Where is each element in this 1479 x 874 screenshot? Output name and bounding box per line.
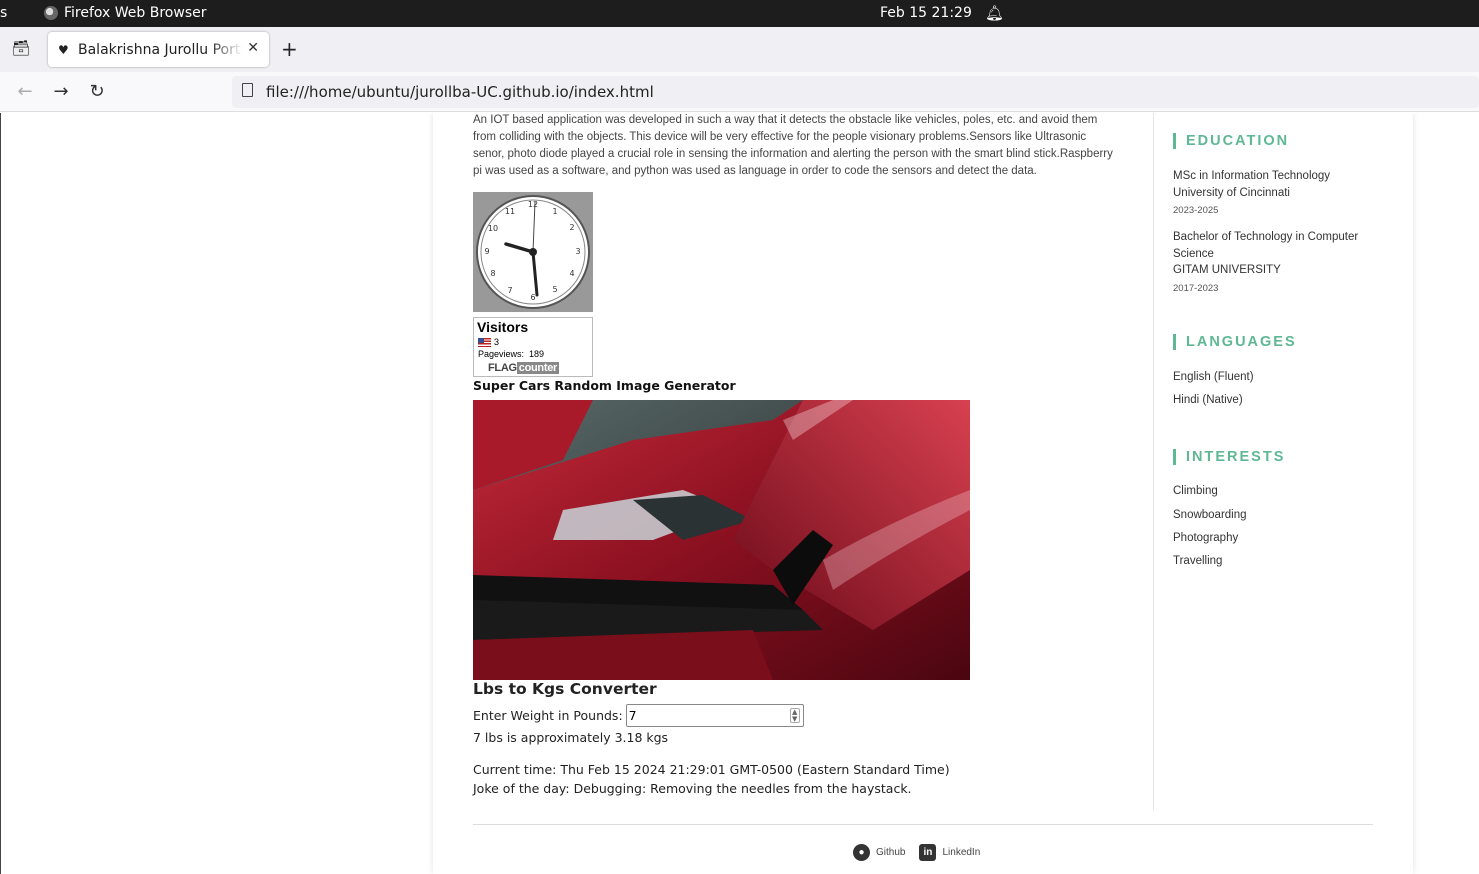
education-years: 2023-2025: [1173, 205, 1219, 216]
heart-favicon-icon: ♥: [58, 42, 69, 57]
clock-num: 4: [569, 269, 574, 278]
forward-arrow-icon[interactable]: →: [50, 81, 72, 102]
interests-heading: INTERESTS: [1173, 449, 1285, 465]
pageviews-label: Pageviews:: [478, 349, 525, 359]
logo-counter-text: counter: [516, 362, 559, 374]
navigation-bar: ← → ↻ file:///home/ubuntu/jurollba-UC.gi…: [0, 72, 1479, 112]
clock-num: 8: [490, 269, 495, 278]
tab-strip: 🗃︎ ♥ Balakrishna Jurollu Portfolio ✕ +: [0, 27, 1479, 72]
education-degree-cont: Science: [1173, 248, 1214, 260]
page-icon: [242, 83, 253, 97]
system-clock[interactable]: Feb 15 21:29: [880, 5, 972, 21]
window-left-edge: [0, 113, 1, 874]
browser-tab[interactable]: ♥ Balakrishna Jurollu Portfolio ✕: [48, 32, 269, 67]
car-illustration: [473, 400, 970, 680]
interest-item: Travelling: [1173, 555, 1223, 567]
clock-num: 3: [575, 247, 580, 256]
pageviews: Pageviews: 189: [478, 349, 544, 359]
firefox-icon: [44, 6, 58, 20]
logo-flag-text: FLAG: [488, 362, 517, 374]
page-viewport: An IOT based application was developed i…: [0, 113, 1479, 874]
education-degree: MSc in Information Technology: [1173, 170, 1331, 182]
us-visitor-count: 3: [494, 337, 500, 347]
close-tab-icon[interactable]: ✕: [247, 40, 259, 56]
education-school: GITAM UNIVERSITY: [1173, 264, 1281, 276]
reload-icon[interactable]: ↻: [86, 81, 108, 102]
back-arrow-icon[interactable]: ←: [14, 81, 36, 102]
clock-num: 6: [530, 293, 535, 302]
weight-label: Enter Weight in Pounds:: [473, 708, 623, 723]
clock-num: 9: [484, 247, 489, 256]
address-bar[interactable]: file:///home/ubuntu/jurollba-UC.github.i…: [232, 76, 1479, 108]
footer-divider: [473, 824, 1373, 825]
clock-num: 10: [488, 224, 498, 233]
converter-row: Enter Weight in Pounds: ▲▼: [473, 704, 804, 727]
portfolio-card: An IOT based application was developed i…: [433, 113, 1413, 874]
clock-num: 5: [552, 285, 557, 294]
new-tab-icon[interactable]: +: [281, 37, 298, 61]
app-name: Firefox Web Browser: [64, 5, 207, 21]
interest-item: Climbing: [1173, 485, 1218, 497]
pageviews-value: 189: [529, 349, 545, 359]
activities-fragment[interactable]: s: [0, 5, 7, 21]
visitor-country-row: 3: [478, 337, 499, 347]
visitors-title: Visitors: [477, 319, 529, 335]
analog-clock: 12 1 2 3 4 5 6 7 8 9 10 11: [476, 195, 590, 309]
weight-input[interactable]: [626, 705, 782, 725]
column-divider: [1153, 113, 1154, 810]
languages-heading: LANGUAGES: [1173, 334, 1297, 350]
education-heading: EDUCATION: [1173, 133, 1289, 149]
joke-of-the-day: Joke of the day: Debugging: Removing the…: [473, 781, 912, 796]
github-label: Github: [876, 847, 906, 858]
interest-item: Photography: [1173, 532, 1239, 544]
clock-num: 12: [528, 200, 538, 209]
clock-num: 1: [552, 207, 557, 216]
supercar-image: [473, 400, 970, 680]
clock-num: 11: [505, 207, 515, 216]
flag-counter-logo: FLAG counter: [488, 362, 559, 374]
url-text[interactable]: file:///home/ubuntu/jurollba-UC.github.i…: [266, 83, 654, 101]
education-degree: Bachelor of Technology in Computer: [1173, 231, 1359, 243]
github-link[interactable]: ● Github: [853, 844, 905, 861]
language-item: English (Fluent): [1173, 371, 1254, 383]
app-menu[interactable]: Firefox Web Browser: [44, 5, 207, 21]
analog-clock-widget: 12 1 2 3 4 5 6 7 8 9 10 11: [473, 192, 593, 312]
number-spinner-icon[interactable]: ▲ ▼: [789, 708, 800, 723]
footer-links: ● Github in LinkedIn: [853, 844, 980, 861]
flag-counter-widget[interactable]: Visitors 3 Pageviews: 189 FLAG counter: [473, 317, 593, 377]
linkedin-link[interactable]: in LinkedIn: [919, 844, 980, 861]
tab-title: Balakrishna Jurollu Portfolio: [78, 41, 243, 58]
education-years: 2017-2023: [1173, 283, 1219, 294]
notification-bell-icon[interactable]: 🔔︎: [985, 4, 1004, 22]
weight-input-box[interactable]: ▲▼: [625, 704, 804, 727]
current-time: Current time: Thu Feb 15 2024 21:29:01 G…: [473, 762, 950, 777]
project-description: An IOT based application was developed i…: [473, 114, 1113, 177]
clock-num: 7: [507, 286, 512, 295]
system-top-bar: s Firefox Web Browser Feb 15 21:29 🔔︎: [0, 0, 1479, 27]
linkedin-icon: in: [919, 844, 937, 861]
interest-item: Snowboarding: [1173, 509, 1247, 521]
converter-title: Lbs to Kgs Converter: [473, 680, 657, 698]
us-flag-icon: [478, 337, 491, 347]
github-icon: ●: [853, 844, 870, 861]
conversion-result: 7 lbs is approximately 3.18 kgs: [473, 730, 669, 745]
language-item: Hindi (Native): [1173, 394, 1243, 406]
tab-list-icon[interactable]: 🗃︎: [10, 39, 32, 59]
linkedin-label: LinkedIn: [942, 847, 981, 858]
education-school: University of Cincinnati: [1173, 187, 1290, 199]
clock-num: 2: [569, 223, 574, 232]
supercars-heading: Super Cars Random Image Generator: [473, 378, 736, 393]
